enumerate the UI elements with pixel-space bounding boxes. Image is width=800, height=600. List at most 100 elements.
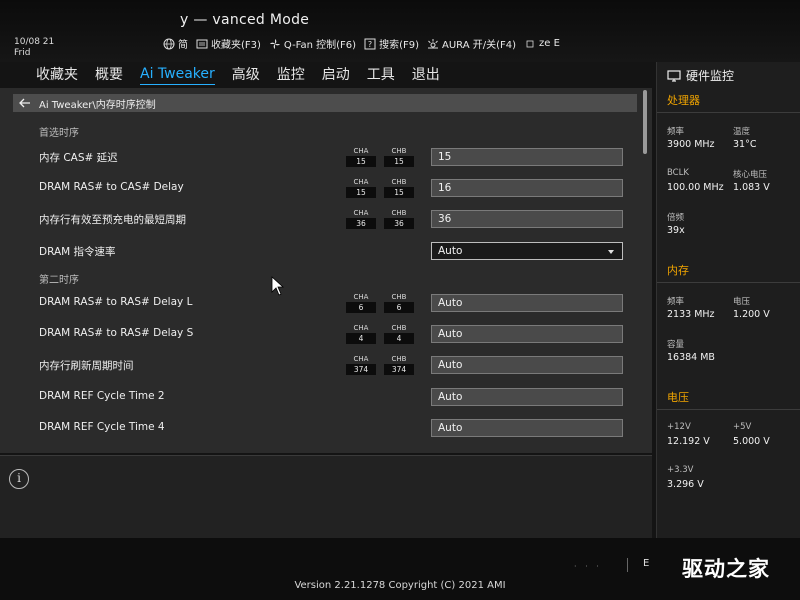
scrollbar-thumb[interactable] xyxy=(643,90,647,154)
vcore-label: 核心电压 xyxy=(733,170,768,180)
svg-text:?: ? xyxy=(368,40,372,49)
cpu-temp-label: 温度 xyxy=(733,127,751,137)
toolbar-language[interactable]: 简 xyxy=(163,36,188,51)
ref-cycle-2-input[interactable]: Auto xyxy=(431,388,623,406)
ref-cycle-4-input[interactable]: Auto xyxy=(431,419,623,437)
chb-readout: CHB 15 xyxy=(384,177,414,198)
footer-hotkey-hint: · · · xyxy=(574,562,602,571)
toolbar-qfan[interactable]: Q-Fan 控制(F6) xyxy=(269,36,356,51)
setting-label-ras-to-cas: DRAM RAS# to CAS# Delay xyxy=(39,181,184,193)
chb-readout: CHB 374 xyxy=(384,354,414,375)
chb-value: 36 xyxy=(384,218,414,229)
breadcrumb-path: Ai Tweaker\内存时序控制 xyxy=(39,99,156,111)
fan-icon xyxy=(269,38,280,49)
cha-value: 15 xyxy=(346,187,376,198)
chb-caption: CHB xyxy=(391,178,407,186)
divider xyxy=(627,558,628,572)
setting-label-rrd-l: DRAM RAS# to RAS# Delay L xyxy=(39,296,193,308)
footer-exit-button[interactable]: E xyxy=(643,558,649,569)
setting-label-refresh-cycle: 内存行刷新周期时间 xyxy=(39,360,134,372)
tab-tools[interactable]: 工具 xyxy=(367,64,395,86)
toolbar-favorites[interactable]: 收藏夹(F3) xyxy=(196,36,261,51)
hardware-monitor-panel: 硬件监控 处理器 频率 3900 MHz 温度 31°C BCLK 100.00… xyxy=(656,62,800,538)
tab-boot[interactable]: 启动 xyxy=(322,64,350,86)
cha-caption: CHA xyxy=(353,178,369,186)
vcore-value: 1.083 V xyxy=(733,182,770,193)
cha-caption: CHA xyxy=(353,147,369,155)
resize-icon xyxy=(526,40,534,47)
tab-advanced[interactable]: 高级 xyxy=(232,64,260,86)
tab-ai-tweaker[interactable]: Ai Tweaker xyxy=(140,66,215,85)
cha-value: 15 xyxy=(346,156,376,167)
mem-freq-label: 频率 xyxy=(667,297,685,307)
cha-readout: CHA 6 xyxy=(346,292,376,313)
v12-value: 12.192 V xyxy=(667,436,710,447)
breadcrumb[interactable]: Ai Tweaker\内存时序控制 xyxy=(13,94,637,112)
cha-readout: CHA 15 xyxy=(346,146,376,167)
cha-caption: CHA xyxy=(353,209,369,217)
chb-value: 6 xyxy=(384,302,414,313)
toolbar-favorites-label: 收藏夹(F3) xyxy=(211,40,261,51)
favorites-icon xyxy=(196,39,208,48)
v5-label: +5V xyxy=(733,422,752,432)
cha-readout: CHA 4 xyxy=(346,323,376,344)
version-text: Version 2.21.1278 Copyright (C) 2021 AMI xyxy=(294,580,506,591)
back-arrow-icon[interactable] xyxy=(19,98,31,108)
cha-caption: CHA xyxy=(353,293,369,301)
cas-latency-input[interactable]: 15 xyxy=(431,148,623,166)
main-tabs: 收藏夹 概要 Ai Tweaker 高级 监控 启动 工具 退出 xyxy=(0,62,652,88)
setting-label-ras-precharge: 内存行有效至预充电的最短周期 xyxy=(39,214,186,226)
day-text: Frid xyxy=(14,48,31,58)
voltage-section: 电压 xyxy=(657,389,800,410)
cha-readout: CHA 15 xyxy=(346,177,376,198)
watermark-logo: 驱动之家 xyxy=(682,557,770,581)
cha-readout: CHA 36 xyxy=(346,208,376,229)
ras-to-cas-input[interactable]: 16 xyxy=(431,179,623,197)
command-rate-select[interactable]: Auto xyxy=(431,242,623,260)
rrd-l-input[interactable]: Auto xyxy=(431,294,623,312)
voltage-heading: 电压 xyxy=(667,391,689,404)
footer-bar: · · · E 驱动之家 Version 2.21.1278 Copyright… xyxy=(0,538,800,600)
cha-caption: CHA xyxy=(353,355,369,363)
bclk-label: BCLK xyxy=(667,168,689,178)
command-rate-value: Auto xyxy=(438,245,463,257)
chb-value: 4 xyxy=(384,333,414,344)
toolbar-aura[interactable]: AURA 开/关(F4) xyxy=(427,36,516,51)
rrd-s-input[interactable]: Auto xyxy=(431,325,623,343)
aura-icon xyxy=(428,38,438,48)
tab-favorites[interactable]: 收藏夹 xyxy=(36,64,78,86)
toolbar-language-label: 简 xyxy=(178,40,188,51)
chb-value: 374 xyxy=(384,364,414,375)
cpu-freq-value: 3900 MHz xyxy=(667,139,715,150)
tab-monitor[interactable]: 监控 xyxy=(277,64,305,86)
toolbar-resize[interactable]: ze E xyxy=(524,38,560,50)
tab-overview[interactable]: 概要 xyxy=(95,64,123,86)
v5-value: 5.000 V xyxy=(733,436,770,447)
chevron-down-icon xyxy=(608,250,614,254)
tab-exit[interactable]: 退出 xyxy=(412,64,440,86)
mem-cap-label: 容量 xyxy=(667,340,685,350)
window-title: y — vanced Mode xyxy=(180,12,310,28)
divider xyxy=(657,409,800,410)
cha-caption: CHA xyxy=(353,324,369,332)
refresh-cycle-input[interactable]: Auto xyxy=(431,356,623,374)
chb-caption: CHB xyxy=(391,324,407,332)
v33-label: +3.3V xyxy=(667,465,694,475)
help-info-panel: i xyxy=(0,455,652,538)
mem-freq-value: 2133 MHz xyxy=(667,309,715,320)
search-help-icon: ? xyxy=(364,38,376,49)
toolbar: 简 收藏夹(F3) Q-Fan 控制(F6) ? 搜索(F9) AURA 开/关… xyxy=(163,36,568,51)
toolbar-aura-label: AURA 开/关(F4) xyxy=(442,40,517,51)
cpu-heading: 处理器 xyxy=(667,94,700,107)
settings-panel: Ai Tweaker\内存时序控制 首选时序 内存 CAS# 延迟 CHA 15… xyxy=(0,88,652,453)
chb-value: 15 xyxy=(384,187,414,198)
cpu-freq-label: 频率 xyxy=(667,127,685,137)
toolbar-search[interactable]: ? 搜索(F9) xyxy=(364,36,419,51)
ras-precharge-input[interactable]: 36 xyxy=(431,210,623,228)
globe-icon xyxy=(163,38,175,49)
cpu-section: 处理器 xyxy=(657,92,800,113)
chb-readout: CHB 4 xyxy=(384,323,414,344)
header-bar: y — vanced Mode 10/08 21 Frid 简 收藏夹(F3) … xyxy=(0,0,800,62)
toolbar-qfan-label: Q-Fan 控制(F6) xyxy=(283,40,357,51)
toolbar-resize-label: ze E xyxy=(539,38,560,49)
